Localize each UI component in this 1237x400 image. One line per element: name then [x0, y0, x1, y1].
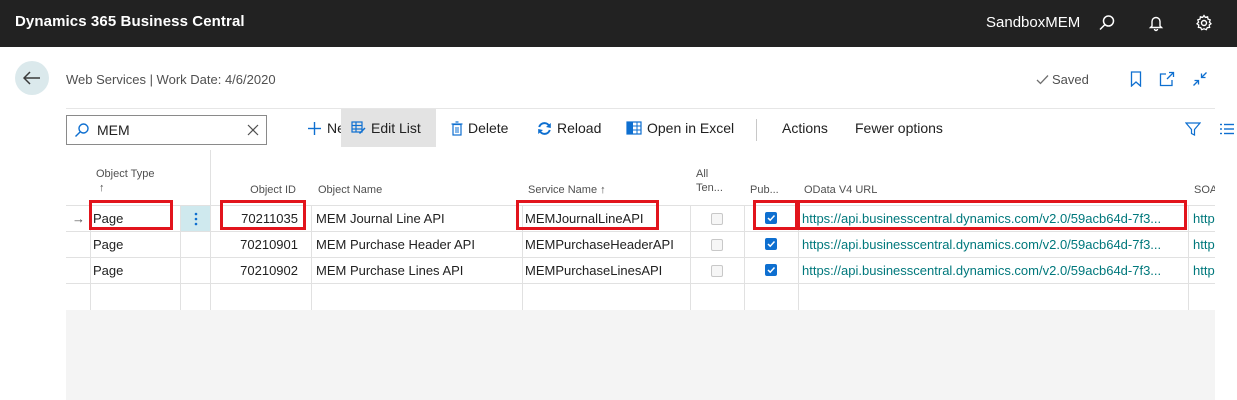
reload-label: Reload	[557, 120, 602, 136]
gear-icon[interactable]	[1193, 12, 1215, 34]
object-name-cell[interactable]: MEM Purchase Header API	[316, 232, 516, 257]
fewer-options-label: Fewer options	[855, 120, 943, 136]
column-header-all-tenants-line2: Ten...	[696, 182, 723, 194]
top-navigation-bar: Dynamics 365 Business Central SandboxMEM	[0, 0, 1237, 47]
object-type-cell[interactable]: Page	[93, 232, 173, 257]
app-title[interactable]: Dynamics 365 Business Central	[15, 13, 245, 30]
table-row[interactable]: Page 70210901 MEM Purchase Header API ME…	[66, 231, 1215, 257]
action-bar: MEM New Edit List Delete Reload Open in …	[0, 109, 1237, 147]
plus-icon	[308, 121, 321, 135]
open-in-excel-label: Open in Excel	[647, 120, 735, 136]
action-separator	[756, 119, 757, 141]
edit-list-label: Edit List	[371, 120, 421, 136]
web-services-table: Object Type ↑ Object ID Object Name Serv…	[66, 150, 1215, 310]
collapse-icon[interactable]	[1191, 70, 1209, 88]
service-name-cell[interactable]: MEMPurchaseLinesAPI	[525, 258, 689, 283]
service-name-cell[interactable]: MEMPurchaseHeaderAPI	[525, 232, 689, 257]
search-icon	[67, 116, 97, 144]
highlight-box	[797, 200, 1187, 230]
soap-url-link[interactable]: http	[1193, 232, 1215, 257]
column-header-soap-url[interactable]: SOA	[1194, 183, 1215, 197]
tenant-name[interactable]: SandboxMEM	[986, 14, 1080, 31]
column-header-odata-url[interactable]: OData V4 URL	[804, 183, 877, 197]
column-header-service-name[interactable]: Service Name ↑	[528, 183, 606, 197]
saved-status: Saved	[1036, 72, 1089, 87]
actions-menu-button[interactable]: Actions	[782, 109, 828, 147]
current-row-arrow-icon	[72, 258, 88, 283]
search-icon[interactable]	[1096, 12, 1118, 34]
open-in-excel-button[interactable]: Open in Excel	[626, 109, 734, 147]
edit-list-icon	[351, 121, 366, 135]
all-tenants-checkbox[interactable]	[711, 265, 723, 277]
column-header-object-type[interactable]: Object Type	[96, 167, 155, 181]
column-header-object-id[interactable]: Object ID	[210, 183, 296, 197]
odata-url-link[interactable]: https://api.businesscentral.dynamics.com…	[802, 258, 1186, 283]
object-name-cell[interactable]: MEM Journal Line API	[316, 206, 516, 231]
column-header-all-tenants[interactable]: All Ten...	[696, 167, 723, 195]
soap-url-link[interactable]: http	[1193, 206, 1215, 231]
actions-label: Actions	[782, 120, 828, 136]
search-box[interactable]: MEM	[66, 115, 267, 145]
object-type-cell[interactable]: Page	[93, 258, 173, 283]
current-row-arrow-icon	[72, 232, 88, 257]
soap-url-link[interactable]: http	[1193, 258, 1215, 283]
delete-button[interactable]: Delete	[451, 109, 508, 147]
published-checkbox[interactable]	[765, 238, 777, 250]
bell-icon[interactable]	[1145, 12, 1167, 34]
list-view-icon[interactable]	[1217, 119, 1237, 139]
fewer-options-button[interactable]: Fewer options	[855, 109, 943, 147]
highlight-box	[516, 200, 659, 230]
current-row-arrow-icon: →	[72, 211, 85, 226]
page-content: Web Services | Work Date: 4/6/2020 Saved…	[0, 47, 1237, 400]
highlight-box	[220, 200, 306, 230]
delete-label: Delete	[468, 120, 509, 136]
row-actions-menu[interactable]	[181, 206, 210, 231]
excel-icon	[626, 121, 642, 135]
trash-icon	[451, 120, 463, 136]
more-vertical-icon	[194, 212, 197, 225]
bookmark-icon[interactable]	[1127, 70, 1145, 88]
clear-search-icon[interactable]	[240, 116, 266, 144]
search-input[interactable]: MEM	[97, 122, 240, 138]
highlight-box	[89, 200, 173, 230]
open-new-window-icon[interactable]	[1158, 70, 1176, 88]
saved-label: Saved	[1052, 72, 1089, 87]
column-header-object-name[interactable]: Object Name	[318, 183, 382, 197]
back-button[interactable]	[15, 61, 49, 95]
highlight-box	[753, 200, 798, 230]
filter-icon[interactable]	[1183, 119, 1203, 139]
empty-new-row[interactable]	[66, 283, 1215, 309]
column-header-all-tenants-line1: All	[696, 168, 709, 180]
object-id-cell[interactable]: 70210901	[216, 232, 298, 257]
edit-list-button[interactable]: Edit List	[341, 109, 436, 147]
table-row[interactable]: Page 70210902 MEM Purchase Lines API MEM…	[66, 257, 1215, 283]
column-header-published[interactable]: Pub...	[750, 183, 779, 197]
all-tenants-checkbox[interactable]	[711, 239, 723, 251]
list-area: Object Type ↑ Object ID Object Name Serv…	[66, 150, 1215, 400]
all-tenants-checkbox[interactable]	[711, 213, 723, 225]
published-checkbox[interactable]	[765, 264, 777, 276]
page-title: Web Services | Work Date: 4/6/2020	[66, 72, 276, 87]
reload-button[interactable]: Reload	[537, 109, 601, 147]
sort-ascending-icon: ↑	[99, 182, 105, 194]
odata-url-link[interactable]: https://api.businesscentral.dynamics.com…	[802, 232, 1186, 257]
reload-icon	[538, 121, 551, 135]
object-id-cell[interactable]: 70210902	[216, 258, 298, 283]
checkmark-icon	[1036, 75, 1049, 85]
arrow-left-icon	[23, 71, 40, 85]
object-name-cell[interactable]: MEM Purchase Lines API	[316, 258, 516, 283]
